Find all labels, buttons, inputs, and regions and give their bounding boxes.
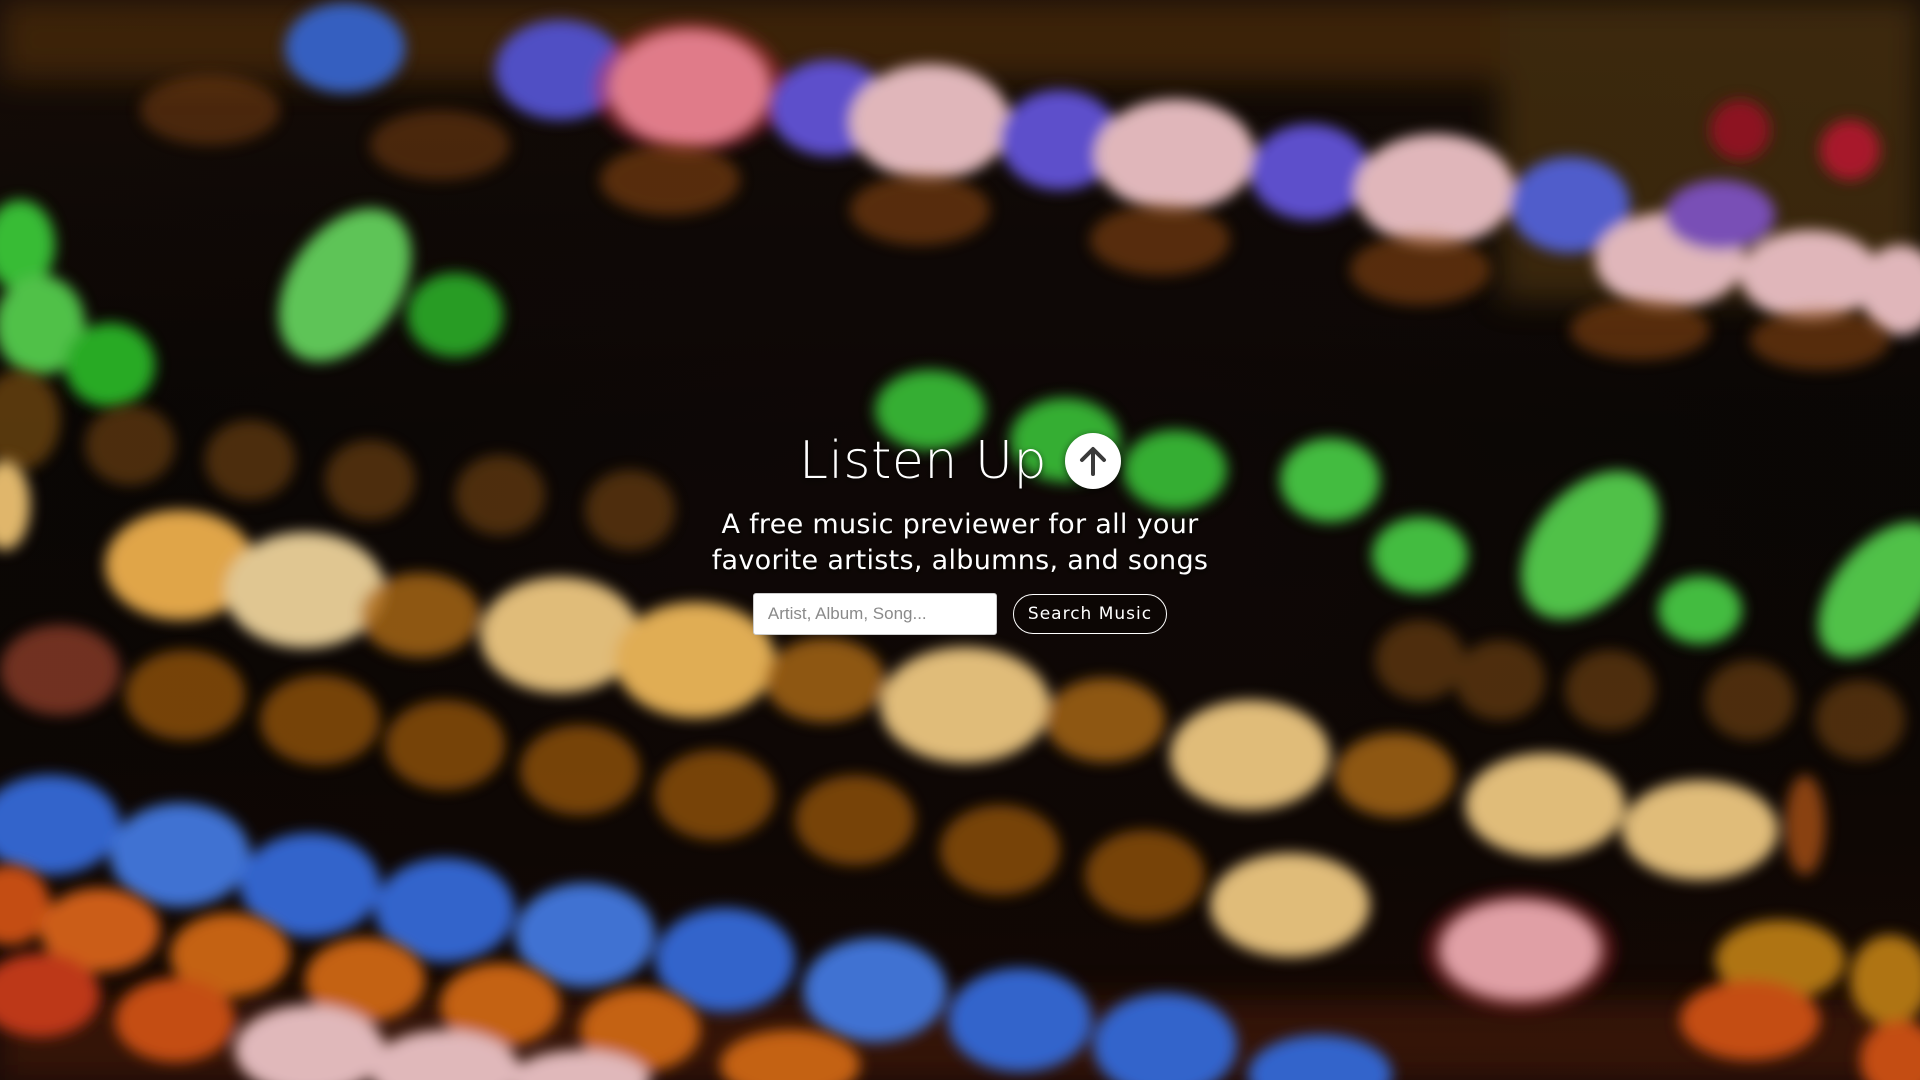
search-input[interactable] (752, 593, 997, 635)
title-row: Listen Up (799, 431, 1121, 491)
tagline-line-2: favorite artists, albumns, and songs (711, 545, 1209, 576)
tagline: A free music previewer for all your favo… (712, 507, 1209, 579)
tagline-line-1: A free music previewer for all your (721, 509, 1199, 540)
hero: Listen Up A free music previewer for all… (0, 0, 1920, 1080)
search-form: Search Music (752, 593, 1168, 635)
arrow-up-circle-icon (1064, 433, 1121, 489)
search-music-button[interactable]: Search Music (1012, 594, 1168, 634)
app-title: Listen Up (799, 431, 1047, 491)
